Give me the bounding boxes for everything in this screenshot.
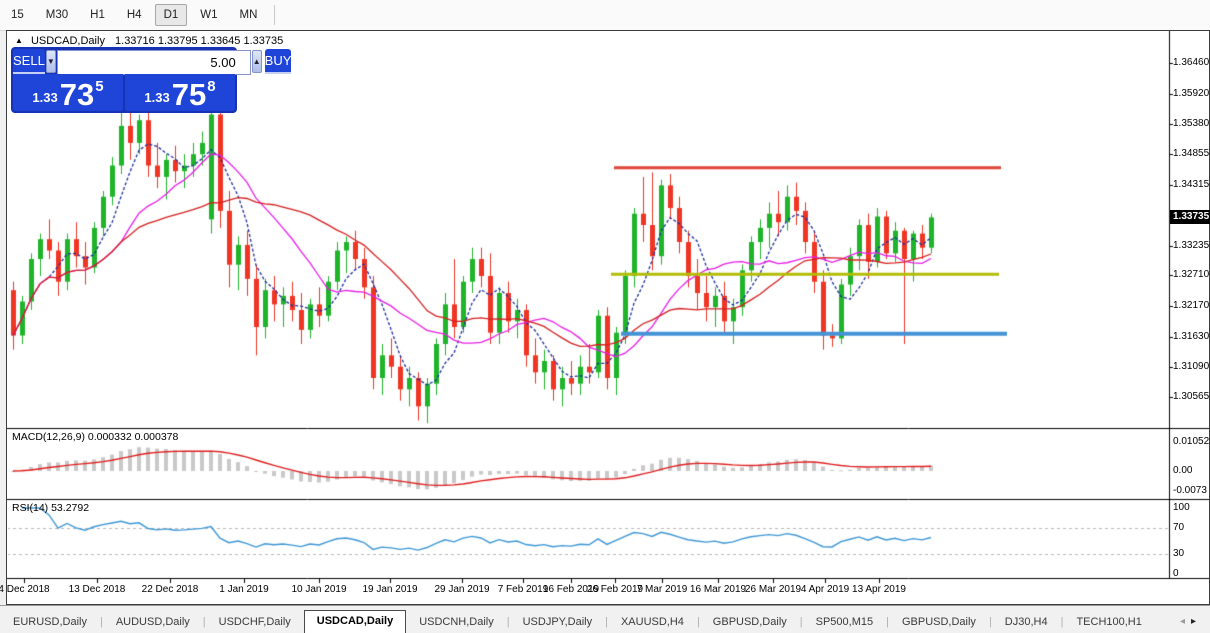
macd-axis-label: -0.0073 bbox=[1173, 485, 1210, 496]
buy-price-pip: 8 bbox=[207, 78, 215, 95]
timeframe-button-mn[interactable]: MN bbox=[231, 4, 267, 26]
timeframe-toolbar: 15M30H1H4D1W1MN bbox=[0, 0, 1210, 31]
toolbar-separator bbox=[274, 5, 275, 25]
date-axis-label: 1 Jan 2019 bbox=[207, 584, 281, 595]
tab-sp500-m15[interactable]: SP500,M15 bbox=[803, 612, 886, 633]
rsi-axis-label: 100 bbox=[1173, 502, 1210, 513]
tab-dj30-h4[interactable]: DJ30,H4 bbox=[992, 612, 1061, 633]
buy-price-prefix: 1.33 bbox=[144, 90, 169, 105]
price-axis-label: 1.35380 bbox=[1173, 118, 1210, 129]
sell-price-display[interactable]: 1.33 73 5 bbox=[13, 74, 123, 111]
price-axis-label: 1.33235 bbox=[1173, 240, 1210, 251]
tick-direction-icon: ▲ bbox=[15, 36, 23, 45]
timeframe-button-m30[interactable]: M30 bbox=[37, 4, 77, 26]
chart-title: ▲ USDCAD,Daily 1.33716 1.33795 1.33645 1… bbox=[15, 35, 283, 47]
tab-scroll-right-icon[interactable]: ▸ bbox=[1191, 616, 1202, 627]
price-axis-label: 1.30565 bbox=[1173, 391, 1210, 402]
sell-price-pip: 5 bbox=[95, 78, 103, 95]
timeframe-button-d1[interactable]: D1 bbox=[155, 4, 188, 26]
tab-usdjpy-daily[interactable]: USDJPY,Daily bbox=[510, 612, 606, 633]
tab-usdchf-daily[interactable]: USDCHF,Daily bbox=[206, 612, 304, 633]
rsi-axis-label: 30 bbox=[1173, 548, 1210, 559]
price-axis-label: 1.31090 bbox=[1173, 361, 1210, 372]
date-axis-label: 19 Jan 2019 bbox=[353, 584, 427, 595]
chart-ohlc-values: 1.33716 1.33795 1.33645 1.33735 bbox=[115, 35, 283, 47]
sell-button[interactable]: SELL bbox=[13, 49, 45, 74]
tab-xauusd-h4[interactable]: XAUUSD,H4 bbox=[608, 612, 697, 633]
tab-eurusd-daily[interactable]: EURUSD,Daily bbox=[0, 612, 100, 633]
tab-gbpusd-daily[interactable]: GBPUSD,Daily bbox=[700, 612, 800, 633]
date-axis-label: 4 Dec 2018 bbox=[0, 584, 61, 595]
macd-label: MACD(12,26,9) 0.000332 0.000378 bbox=[12, 431, 178, 443]
tab-gbpusd-daily[interactable]: GBPUSD,Daily bbox=[889, 612, 989, 633]
date-axis-label: 10 Jan 2019 bbox=[282, 584, 356, 595]
one-click-trading-panel: SELL ▼ ▲ BUY 1.33 73 5 1.33 75 8 bbox=[11, 47, 237, 113]
date-axis-label: 13 Dec 2018 bbox=[60, 584, 134, 595]
timeframe-button-h4[interactable]: H4 bbox=[118, 4, 151, 26]
tab-tech100-h1[interactable]: TECH100,H1 bbox=[1063, 612, 1154, 633]
date-axis-label: 13 Apr 2019 bbox=[842, 584, 916, 595]
timeframe-button-w1[interactable]: W1 bbox=[191, 4, 226, 26]
buy-button[interactable]: BUY bbox=[265, 49, 292, 74]
price-axis-label: 1.35920 bbox=[1173, 88, 1210, 99]
sell-price-prefix: 1.33 bbox=[32, 90, 57, 105]
chart-tab-bar: EURUSD,Daily|AUDUSD,Daily|USDCHF,DailyUS… bbox=[0, 605, 1210, 633]
buy-price-main: 75 bbox=[172, 80, 206, 109]
rsi-axis-label: 70 bbox=[1173, 522, 1210, 533]
volume-decrease-button[interactable]: ▼ bbox=[46, 50, 56, 73]
price-axis-label: 1.34315 bbox=[1173, 179, 1210, 190]
volume-input[interactable] bbox=[57, 50, 251, 75]
timeframe-button-h1[interactable]: H1 bbox=[81, 4, 114, 26]
chart-symbol: USDCAD,Daily bbox=[31, 35, 105, 47]
rsi-axis-label: 0 bbox=[1173, 568, 1210, 579]
volume-increase-button[interactable]: ▲ bbox=[252, 50, 262, 73]
buy-price-display[interactable]: 1.33 75 8 bbox=[125, 74, 235, 111]
macd-axis-label: 0.010525 bbox=[1173, 436, 1210, 447]
price-axis-label: 1.32710 bbox=[1173, 269, 1210, 280]
date-axis-label: 22 Dec 2018 bbox=[133, 584, 207, 595]
macd-axis-label: 0.00 bbox=[1173, 465, 1210, 476]
price-axis-label: 1.34855 bbox=[1173, 148, 1210, 159]
tab-usdcnh-daily[interactable]: USDCNH,Daily bbox=[406, 612, 507, 633]
rsi-label: RSI(14) 53.2792 bbox=[12, 502, 89, 514]
tab-scroll-left-icon[interactable]: ◂ bbox=[1180, 616, 1191, 627]
timeframe-button-15[interactable]: 15 bbox=[2, 4, 33, 26]
price-axis-label: 1.32170 bbox=[1173, 300, 1210, 311]
sell-price-main: 73 bbox=[60, 80, 94, 109]
tab-usdcad-daily[interactable]: USDCAD,Daily bbox=[304, 610, 406, 633]
current-price-badge: 1.33735 bbox=[1170, 210, 1210, 224]
tab-audusd-daily[interactable]: AUDUSD,Daily bbox=[103, 612, 203, 633]
price-axis-label: 1.31630 bbox=[1173, 331, 1210, 342]
chart-canvas[interactable] bbox=[7, 31, 1209, 604]
chart-window: ▲ USDCAD,Daily 1.33716 1.33795 1.33645 1… bbox=[6, 30, 1210, 605]
price-axis-label: 1.36460 bbox=[1173, 57, 1210, 68]
tab-scroll-arrows: ◂▸ bbox=[1180, 616, 1210, 633]
